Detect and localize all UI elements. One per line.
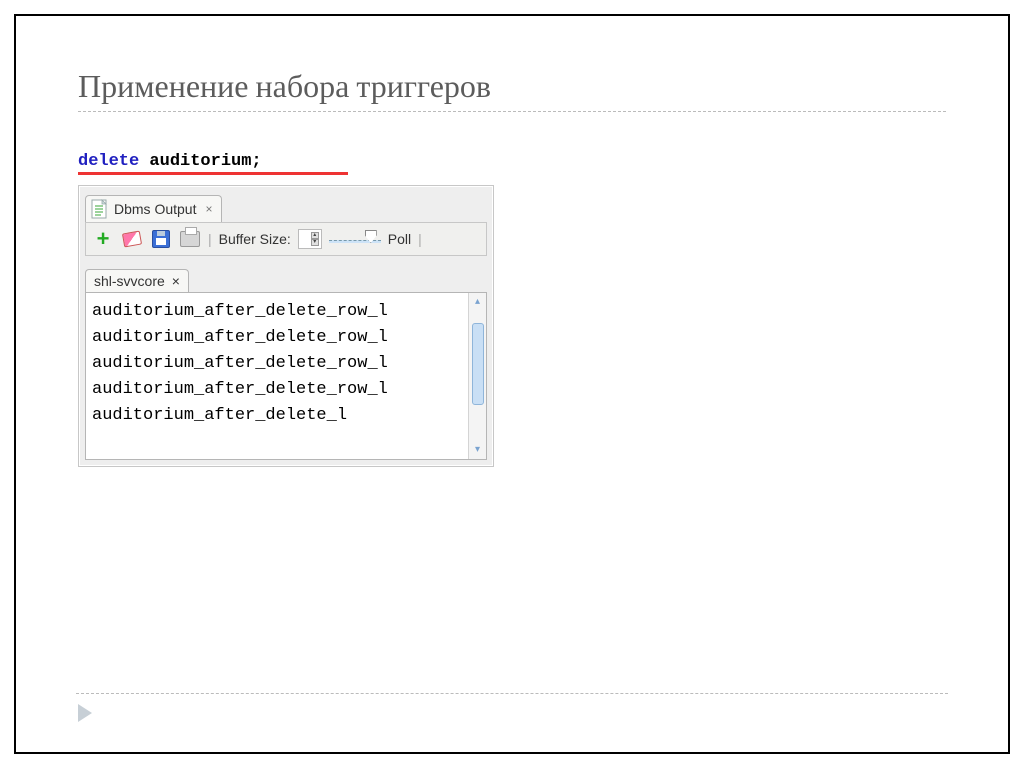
close-icon[interactable]: ×	[205, 202, 212, 216]
title-divider	[78, 111, 946, 112]
scroll-up-icon[interactable]: ▴	[471, 295, 485, 309]
output-lines[interactable]: auditorium_after_delete_row_l auditorium…	[86, 293, 468, 459]
poll-slider[interactable]	[329, 230, 381, 248]
toolbar-separator-end: |	[418, 231, 422, 247]
buffer-size-input[interactable]: ▴ ▾	[298, 229, 322, 249]
output-box: auditorium_after_delete_row_l auditorium…	[85, 292, 487, 460]
sql-keyword: delete	[78, 152, 139, 171]
save-button[interactable]	[150, 228, 172, 250]
tab-label: Dbms Output	[114, 201, 196, 217]
spinner-down-icon[interactable]: ▾	[311, 239, 319, 246]
plus-icon: +	[97, 226, 110, 252]
close-icon[interactable]: ×	[172, 273, 180, 289]
document-lines-icon	[91, 199, 109, 219]
connection-tab-row: shl-svvcore ×	[85, 256, 487, 292]
panel-tab-row: Dbms Output ×	[85, 192, 487, 222]
buffer-size-label: Buffer Size:	[219, 231, 291, 247]
dbms-output-panel: Dbms Output × + | Buffer Size: ▴ ▾	[78, 185, 494, 467]
output-line: auditorium_after_delete_l	[92, 403, 462, 429]
connection-tab[interactable]: shl-svvcore ×	[85, 269, 189, 292]
sql-rest: auditorium;	[139, 152, 261, 171]
floppy-icon	[152, 230, 170, 248]
spinner-up-icon[interactable]: ▴	[311, 232, 319, 239]
slider-track	[329, 240, 381, 243]
sql-editor-line[interactable]: delete auditorium;	[78, 152, 946, 175]
scroll-thumb[interactable]	[472, 323, 484, 405]
connection-tab-label: shl-svvcore	[94, 273, 165, 289]
slide-bullet-arrow-icon	[78, 704, 92, 722]
add-button[interactable]: +	[92, 228, 114, 250]
buffer-size-spinner[interactable]: ▴ ▾	[311, 232, 319, 246]
footer-divider	[76, 693, 948, 694]
printer-icon	[180, 231, 200, 247]
output-line: auditorium_after_delete_row_l	[92, 351, 462, 377]
output-line: auditorium_after_delete_row_l	[92, 325, 462, 351]
vertical-scrollbar[interactable]: ▴ ▾	[468, 293, 486, 459]
slide-title: Применение набора триггеров	[78, 68, 946, 105]
scroll-down-icon[interactable]: ▾	[471, 443, 485, 457]
tab-dbms-output[interactable]: Dbms Output ×	[85, 195, 222, 222]
output-line: auditorium_after_delete_row_l	[92, 377, 462, 403]
clear-button[interactable]	[121, 228, 143, 250]
toolbar-separator: |	[208, 231, 212, 247]
print-button[interactable]	[179, 228, 201, 250]
output-line: auditorium_after_delete_row_l	[92, 299, 462, 325]
eraser-icon	[122, 231, 142, 248]
sql-error-underline	[78, 172, 348, 175]
poll-label: Poll	[388, 231, 411, 247]
toolbar: + | Buffer Size: ▴ ▾ Poll	[85, 222, 487, 256]
slide-frame: Применение набора триггеров delete audit…	[14, 14, 1010, 754]
